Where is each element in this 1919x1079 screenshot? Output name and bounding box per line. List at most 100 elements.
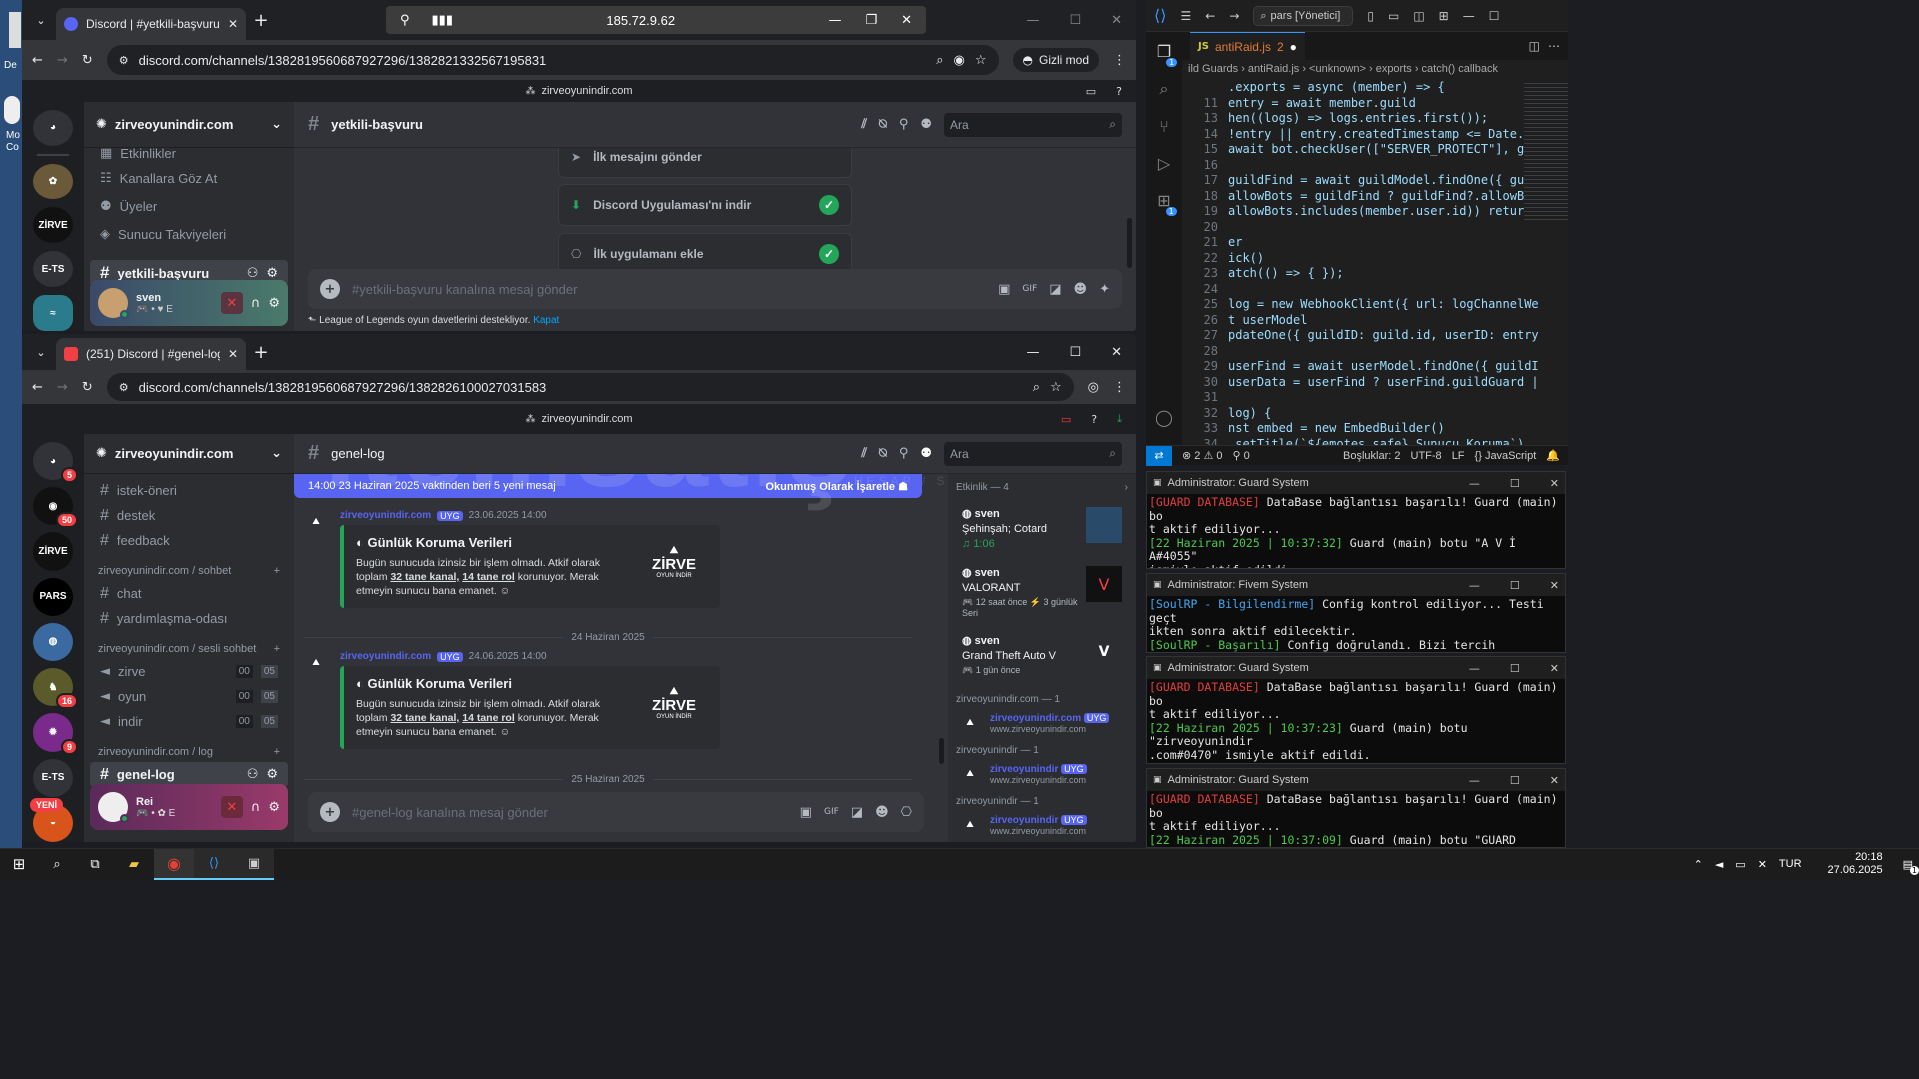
minimize-icon[interactable]: —	[1469, 579, 1480, 592]
split-editor-icon[interactable]: ◫	[1529, 39, 1540, 53]
server-icon[interactable]: ZİRVE	[33, 532, 73, 571]
channel-chat[interactable]: # chat	[90, 581, 288, 606]
member-list-icon[interactable]: ⚉	[920, 117, 932, 132]
code-line[interactable]: 14 !entry || entry.createdTimestamp <= Da…	[1182, 127, 1568, 143]
help-icon[interactable]: ?	[1091, 413, 1097, 426]
discord-home-icon[interactable]: ◕ 5	[33, 442, 78, 484]
checklist-item[interactable]: ⬇ Discord Uygulaması'nı indir ✓	[558, 184, 852, 226]
member-item[interactable]: ⛰ zirveoyunindir UYG www.zirveoyunindir.co…	[948, 760, 1136, 788]
code-line[interactable]: 33 nst embed = new EmbedBuilder()	[1182, 421, 1568, 437]
code-line[interactable]: 31	[1182, 390, 1568, 406]
back-icon[interactable]: ←	[1205, 9, 1215, 23]
avatar[interactable]: ⛰	[304, 510, 328, 534]
member-item[interactable]: ⛰ zirveoyunindir.com UYG www.zirveoyunindi…	[948, 709, 1136, 737]
code-editor[interactable]: .exports = async (member) => {11 entry = …	[1182, 80, 1568, 452]
browser-tab[interactable]: Discord | #yetkili-başvuru | zir ✕	[56, 8, 246, 40]
problems-indicator[interactable]: ⊗ 2 ⚠ 0	[1182, 449, 1223, 462]
terminal-output[interactable]: [GUARD DATABASE] DataBase bağlantısı baş…	[1147, 791, 1565, 847]
threads-icon[interactable]: ⫽	[861, 117, 867, 132]
minimize-icon[interactable]: —	[1469, 477, 1480, 490]
chevron-up-icon[interactable]: ⌃	[1694, 858, 1703, 871]
forward-icon[interactable]: →	[57, 380, 68, 395]
mark-read-button[interactable]: Okunmuş Olarak İşaretle ☗	[765, 480, 908, 493]
download-icon[interactable]: ⤓	[1117, 412, 1122, 426]
eol-status[interactable]: LF	[1452, 450, 1465, 462]
search-icon[interactable]: ⌕	[1160, 79, 1169, 99]
breadcrumb[interactable]: ild Guards › antiRaid.js › <unknown> › e…	[1182, 60, 1568, 80]
maximize-icon[interactable]: ☐	[1510, 579, 1520, 592]
chevron-down-icon[interactable]: ⌄	[271, 446, 282, 461]
avatar[interactable]: ⛰	[304, 651, 328, 675]
chevron-right-icon[interactable]: ›	[1125, 482, 1128, 493]
code-line[interactable]: 27 pdateOne({ guildID: guild.id, userID: …	[1182, 328, 1568, 344]
server-icon[interactable]: E-TS	[33, 758, 73, 797]
new-tab-icon[interactable]: +	[246, 10, 276, 31]
minimap[interactable]	[1524, 80, 1568, 220]
channel-yardimlasma[interactable]: # yardımlaşma-odası	[90, 606, 288, 631]
category-header[interactable]: zirveoyunindir.com / sesli sohbet +	[84, 631, 294, 659]
gift-icon[interactable]: ▣	[800, 805, 812, 820]
terminal-icon[interactable]: ▣	[234, 848, 274, 880]
site-info-icon[interactable]: ⚙	[119, 381, 129, 394]
search-input[interactable]: Ara ⌕	[944, 112, 1122, 137]
extensions-icon[interactable]: ⊞ 1	[1157, 191, 1177, 216]
member-item[interactable]: ⛰ zirveoyunindir UYG www.zirveoyunindir.co…	[948, 811, 1136, 839]
language-status[interactable]: {} JavaScript	[1475, 450, 1537, 462]
profile-icon[interactable]: ◎	[1088, 380, 1099, 395]
code-line[interactable]: 26 t userModel	[1182, 313, 1568, 329]
emoji-icon[interactable]: ☻	[1074, 282, 1088, 297]
channel-members[interactable]: ⚉ Üyeler	[90, 192, 288, 220]
volume-icon[interactable]: ◄	[1715, 858, 1723, 871]
code-line[interactable]: 18 allowBots = guildFind ? guildFind?.all…	[1182, 189, 1568, 205]
close-icon[interactable]: ✕	[901, 13, 912, 28]
channel-destek[interactable]: # destek	[90, 503, 288, 528]
channel-events[interactable]: ▦ Etkinlikler	[90, 142, 288, 164]
scrollbar[interactable]	[1127, 218, 1132, 268]
code-line[interactable]: 16	[1182, 158, 1568, 174]
address-bar[interactable]: ⚙ discord.com/channels/13828195606879272…	[106, 45, 999, 75]
channel-istek-oneri[interactable]: # istek-öneri	[90, 478, 288, 503]
forward-icon[interactable]: →	[1229, 9, 1239, 23]
menu-icon[interactable]: ⋮	[1113, 380, 1126, 395]
gear-icon[interactable]: ⚙	[266, 266, 278, 281]
server-icon[interactable]: ◍	[33, 622, 73, 662]
input-language[interactable]: TUR	[1779, 858, 1802, 870]
code-line[interactable]: 15 await bot.checkUser(["SERVER_PROTECT"]…	[1182, 142, 1568, 158]
forward-icon[interactable]: →	[57, 53, 68, 68]
minimize-icon[interactable]: —	[1469, 662, 1480, 675]
minimize-icon[interactable]: —	[1026, 13, 1039, 28]
server-icon[interactable]: ≈	[33, 295, 73, 331]
activity-card[interactable]: ◍ sven VALORANT 🎮 12 saat önce ⚡ 3 günlük …	[954, 560, 1130, 624]
zoom-icon[interactable]: ⌕	[1033, 380, 1040, 395]
message-composer[interactable]: + #genel-log kanalına mesaj gönder ▣ GIF…	[308, 792, 924, 832]
maximize-icon[interactable]: ☐	[1510, 477, 1520, 490]
desktop-icon[interactable]	[4, 96, 20, 124]
add-icon[interactable]: +	[274, 643, 280, 655]
encoding-status[interactable]: UTF-8	[1411, 450, 1442, 462]
code-line[interactable]: 20	[1182, 220, 1568, 236]
bell-off-icon[interactable]: ⍉	[879, 117, 887, 132]
gift-icon[interactable]: ▣	[998, 282, 1010, 297]
avatar[interactable]	[98, 792, 129, 823]
emoji-icon[interactable]: ☻	[875, 805, 889, 820]
close-notice-link[interactable]: Kapat	[533, 315, 559, 326]
server-icon[interactable]: ♞ 16	[33, 668, 78, 710]
pin-off-icon[interactable]: ⚲	[400, 13, 410, 28]
code-line[interactable]: .exports = async (member) => {	[1182, 80, 1568, 96]
back-icon[interactable]: ←	[32, 53, 43, 68]
message-author[interactable]: zirveoyunindir.com	[340, 651, 431, 662]
close-icon[interactable]: ✕	[228, 347, 238, 361]
bell-off-icon[interactable]: ⍉	[879, 446, 887, 461]
gear-icon[interactable]: ⚙	[268, 296, 280, 311]
more-icon[interactable]: ⋯	[1548, 39, 1560, 53]
star-icon[interactable]: ☆	[1050, 380, 1062, 395]
channel-boosts[interactable]: ◈ Sunucu Takviyeleri	[90, 220, 288, 248]
menu-icon[interactable]: ⋮	[1113, 53, 1126, 68]
discord-home-icon[interactable]: ◕	[33, 110, 73, 146]
minimize-icon[interactable]: —	[1026, 345, 1039, 360]
code-line[interactable]: 28	[1182, 344, 1568, 360]
maximize-icon[interactable]: ☐	[1069, 345, 1081, 360]
reload-icon[interactable]: ↻	[82, 53, 93, 68]
ports-indicator[interactable]: ⚲ 0	[1233, 449, 1250, 462]
checklist-item[interactable]: ➤ İlk mesajını gönder	[558, 148, 852, 178]
